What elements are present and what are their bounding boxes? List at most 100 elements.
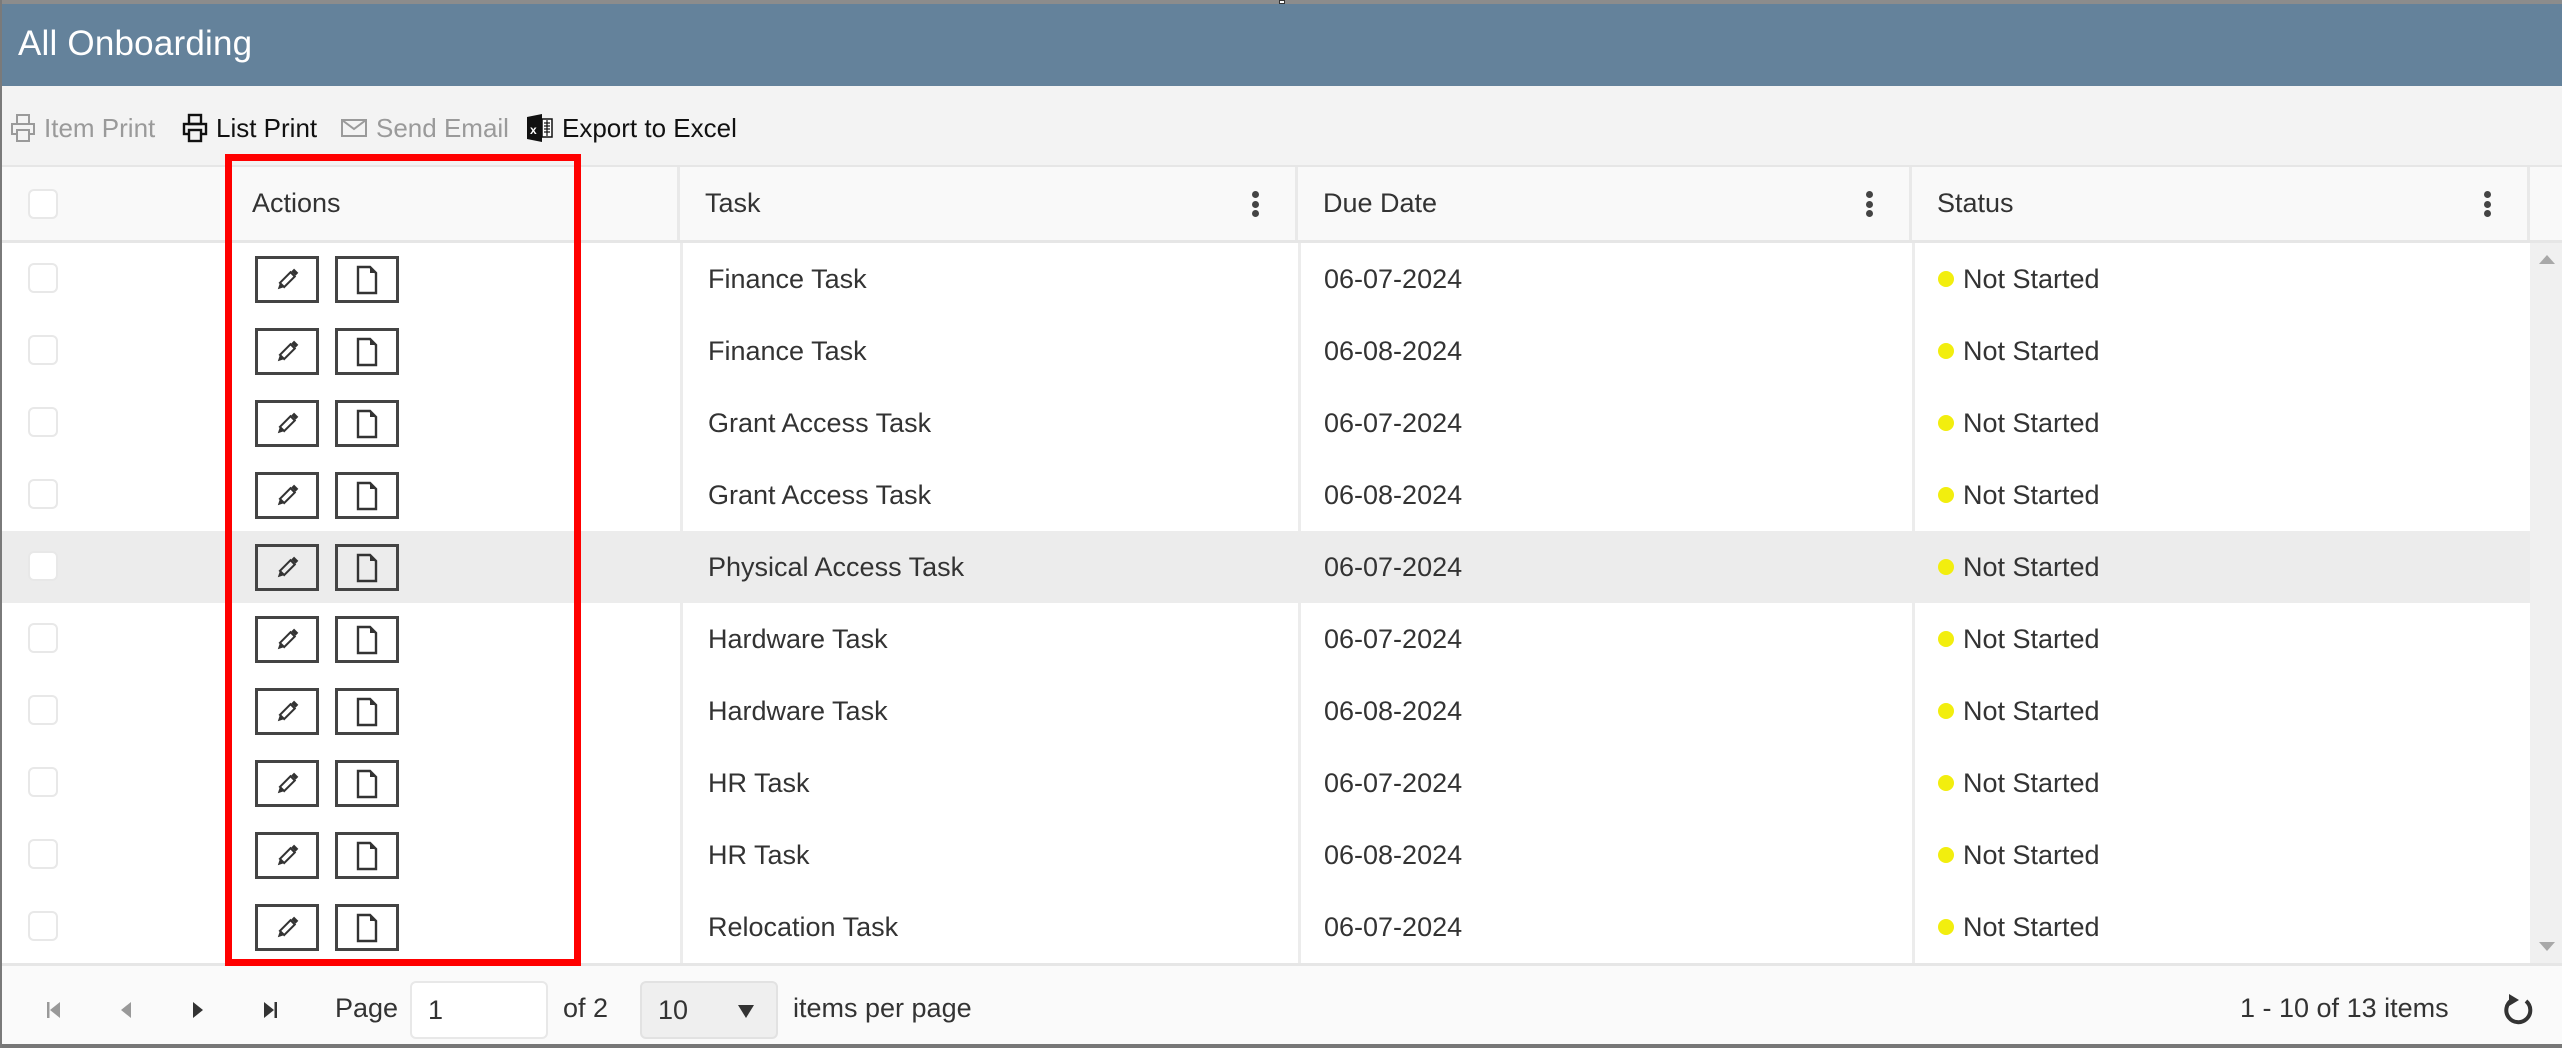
- task-cell: Grant Access Task: [708, 407, 932, 438]
- table-row[interactable]: Relocation Task 06-07-2024 Not Started: [0, 891, 2530, 963]
- task-cell: Hardware Task: [708, 623, 888, 654]
- pencil-icon: [277, 700, 299, 721]
- status-label: Not Started: [1963, 551, 2100, 582]
- select-all-checkbox[interactable]: [28, 189, 58, 219]
- status-cell: Not Started: [1938, 531, 2100, 603]
- row-checkbox[interactable]: [28, 839, 58, 869]
- table-row[interactable]: Hardware Task 06-07-2024 Not Started: [0, 603, 2530, 675]
- view-document-button[interactable]: [335, 544, 399, 591]
- due-date-cell: 06-07-2024: [1324, 623, 1463, 654]
- vertical-scrollbar[interactable]: [2530, 243, 2562, 963]
- table-row[interactable]: Finance Task 06-08-2024 Not Started: [0, 315, 2530, 387]
- document-icon: [356, 481, 378, 510]
- view-document-button[interactable]: [335, 904, 399, 951]
- view-document-button[interactable]: [335, 328, 399, 375]
- header-status[interactable]: Status: [1912, 167, 2530, 240]
- status-label: Not Started: [1963, 623, 2100, 654]
- due-date-cell: 06-07-2024: [1324, 407, 1463, 438]
- export-excel-label: Export to Excel: [562, 112, 737, 143]
- row-checkbox[interactable]: [28, 551, 58, 581]
- view-document-button[interactable]: [335, 688, 399, 735]
- row-checkbox[interactable]: [28, 623, 58, 653]
- edit-button[interactable]: [255, 760, 319, 807]
- pager-summary: 1 - 10 of 13 items: [2240, 992, 2449, 1023]
- kebab-menu-icon[interactable]: [1251, 191, 1259, 217]
- page-title: All Onboarding: [18, 24, 253, 63]
- page-number-input[interactable]: [410, 981, 548, 1039]
- status-cell: Not Started: [1938, 603, 2100, 675]
- table-row[interactable]: Grant Access Task 06-08-2024 Not Started: [0, 459, 2530, 531]
- kebab-menu-icon[interactable]: [1865, 191, 1873, 217]
- last-page-icon: [264, 1002, 277, 1018]
- edit-button[interactable]: [255, 544, 319, 591]
- table-row[interactable]: Grant Access Task 06-07-2024 Not Started: [0, 387, 2530, 459]
- header-due-date[interactable]: Due Date: [1298, 167, 1912, 240]
- due-date-cell: 06-08-2024: [1324, 839, 1463, 870]
- due-date-cell: 06-07-2024: [1324, 911, 1463, 942]
- task-cell: Grant Access Task: [708, 479, 932, 510]
- refresh-button[interactable]: [2500, 992, 2536, 1028]
- row-checkbox[interactable]: [28, 263, 58, 293]
- view-document-button[interactable]: [335, 256, 399, 303]
- view-document-button[interactable]: [335, 400, 399, 447]
- next-page-icon: [193, 1002, 203, 1018]
- edit-button[interactable]: [255, 256, 319, 303]
- edit-button[interactable]: [255, 904, 319, 951]
- table-row[interactable]: Finance Task 06-07-2024 Not Started: [0, 243, 2530, 315]
- scroll-down-arrow-icon[interactable]: [2539, 942, 2555, 951]
- edit-button[interactable]: [255, 472, 319, 519]
- next-page-button[interactable]: [188, 1000, 208, 1020]
- status-label: Not Started: [1963, 767, 2100, 798]
- view-document-button[interactable]: [335, 832, 399, 879]
- table-row[interactable]: HR Task 06-07-2024 Not Started: [0, 747, 2530, 819]
- printer-icon: [11, 114, 35, 142]
- edit-button[interactable]: [255, 400, 319, 447]
- excel-icon: x: [527, 114, 553, 142]
- list-print-button[interactable]: List Print: [182, 110, 317, 146]
- status-label: Not Started: [1963, 479, 2100, 510]
- row-checkbox[interactable]: [28, 767, 58, 797]
- export-excel-button[interactable]: x Export to Excel: [526, 110, 737, 146]
- status-dot-icon: [1938, 415, 1954, 431]
- header-task[interactable]: Task: [680, 167, 1298, 240]
- row-checkbox[interactable]: [28, 695, 58, 725]
- table-row[interactable]: Physical Access Task 06-07-2024 Not Starte…: [0, 531, 2530, 603]
- scroll-up-arrow-icon[interactable]: [2539, 255, 2555, 264]
- grid-header: Actions Task Due Date Status: [0, 167, 2530, 243]
- kebab-menu-icon[interactable]: [2483, 191, 2491, 217]
- view-document-button[interactable]: [335, 472, 399, 519]
- send-email-button[interactable]: Send Email: [340, 110, 509, 146]
- edit-button[interactable]: [255, 688, 319, 735]
- table-row[interactable]: Hardware Task 06-08-2024 Not Started: [0, 675, 2530, 747]
- row-checkbox[interactable]: [28, 911, 58, 941]
- status-cell: Not Started: [1938, 891, 2100, 963]
- last-page-button[interactable]: [260, 1000, 280, 1020]
- status-cell: Not Started: [1938, 243, 2100, 315]
- task-cell: HR Task: [708, 767, 810, 798]
- due-date-cell: 06-07-2024: [1324, 263, 1463, 294]
- previous-page-button[interactable]: [116, 1000, 136, 1020]
- view-document-button[interactable]: [335, 616, 399, 663]
- row-checkbox[interactable]: [28, 479, 58, 509]
- table-row[interactable]: HR Task 06-08-2024 Not Started: [0, 819, 2530, 891]
- previous-page-icon: [121, 1002, 131, 1018]
- task-cell: HR Task: [708, 839, 810, 870]
- view-document-button[interactable]: [335, 760, 399, 807]
- header-task-label: Task: [705, 188, 761, 218]
- first-page-button[interactable]: [44, 1000, 64, 1020]
- edit-button[interactable]: [255, 832, 319, 879]
- edit-button[interactable]: [255, 328, 319, 375]
- document-icon: [356, 409, 378, 438]
- status-label: Not Started: [1963, 911, 2100, 942]
- item-print-button[interactable]: Item Print: [10, 110, 155, 146]
- row-checkbox[interactable]: [28, 335, 58, 365]
- edit-button[interactable]: [255, 616, 319, 663]
- document-icon: [356, 769, 378, 798]
- status-cell: Not Started: [1938, 819, 2100, 891]
- page-size-select[interactable]: 10: [640, 981, 778, 1039]
- row-checkbox[interactable]: [28, 407, 58, 437]
- header-scroll-corner: [2530, 167, 2562, 243]
- title-bar: All Onboarding: [0, 4, 2562, 86]
- status-dot-icon: [1938, 775, 1954, 791]
- task-cell: Physical Access Task: [708, 551, 965, 582]
